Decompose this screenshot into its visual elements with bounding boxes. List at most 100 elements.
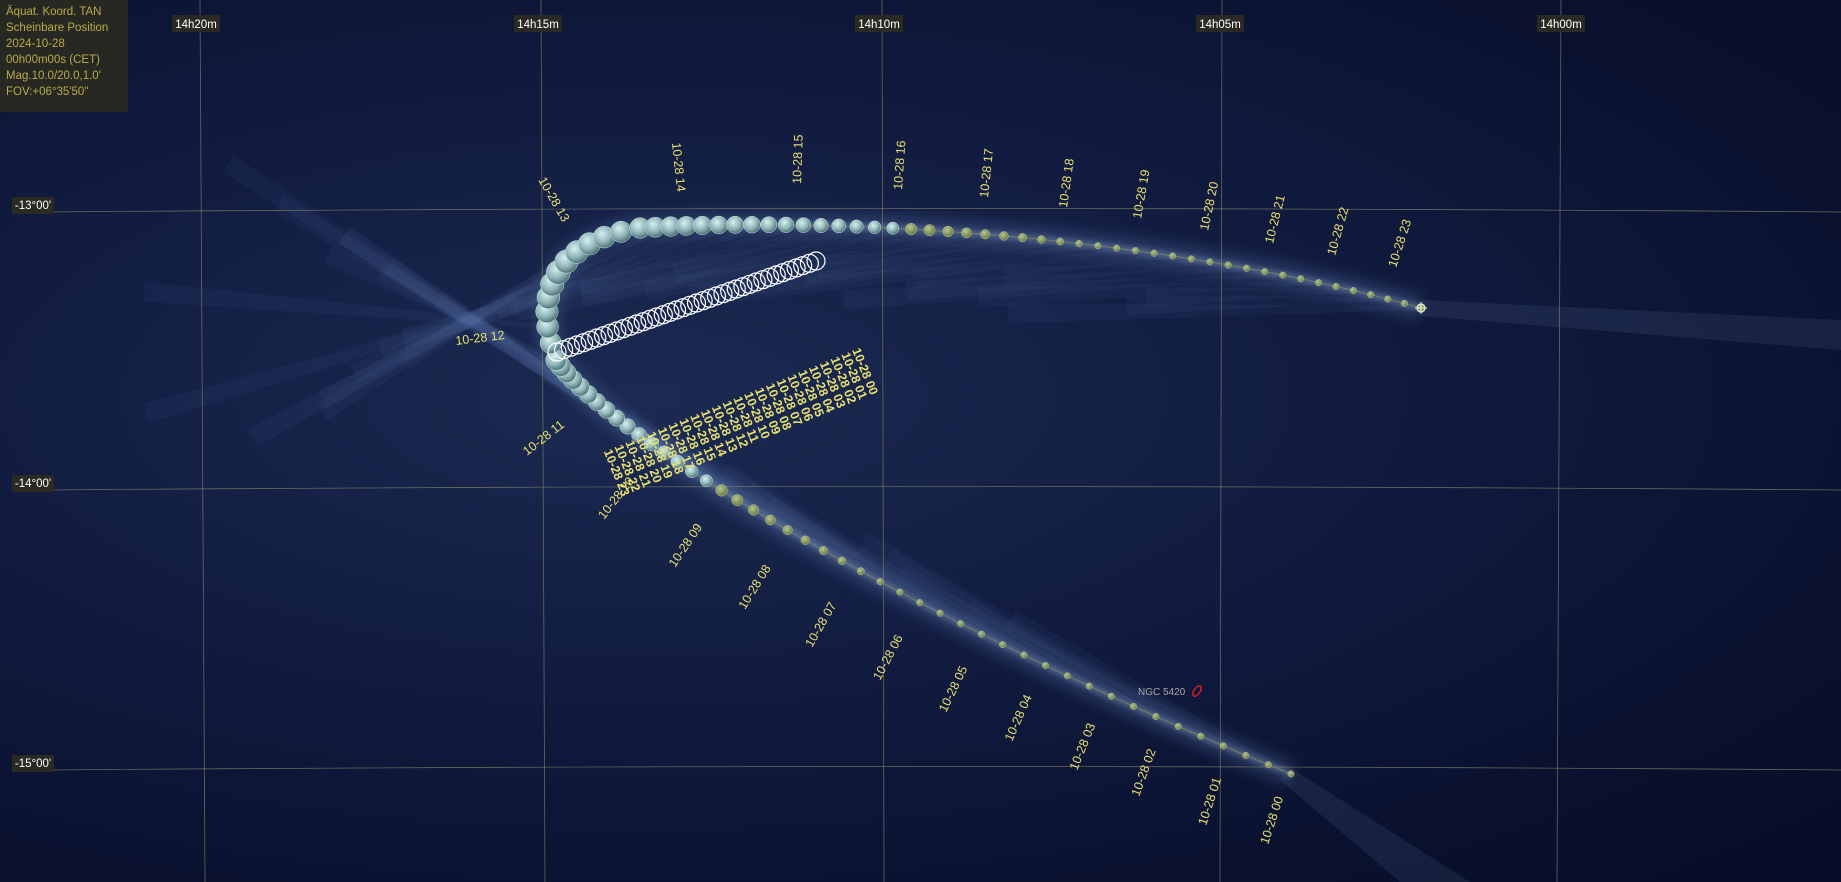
moon-position-marker[interactable] — [923, 224, 936, 237]
moon-position-marker[interactable] — [777, 216, 795, 233]
moon-position-marker[interactable] — [1242, 751, 1250, 759]
dec-label-minus15: -15°00' — [12, 755, 54, 772]
svg-text:14h20m: 14h20m — [175, 19, 217, 31]
moon-position-marker[interactable] — [1224, 261, 1232, 269]
moon-position-marker[interactable] — [999, 231, 1009, 241]
moon-position-marker[interactable] — [1107, 692, 1115, 700]
moon-position-marker[interactable] — [980, 229, 991, 240]
ngc-5420-object[interactable]: NGC 5420 — [1138, 684, 1203, 698]
moon-position-marker[interactable] — [942, 225, 954, 238]
moon-position-marker[interactable] — [709, 215, 728, 235]
moon-position-marker[interactable] — [961, 227, 972, 239]
track-label-21: 10-28 21 — [1262, 193, 1288, 244]
svg-text:14h05m: 14h05m — [1199, 19, 1241, 31]
moon-position-marker[interactable] — [1400, 299, 1408, 307]
moon-position-marker[interactable] — [1264, 761, 1272, 769]
moon-position-marker[interactable] — [1315, 279, 1322, 287]
moon-position-marker[interactable] — [837, 556, 847, 565]
moon-position-marker[interactable] — [856, 567, 865, 576]
moon-position-marker[interactable] — [916, 599, 924, 607]
track-label-00: 10-28 00 — [1258, 795, 1287, 846]
moon-position-marker[interactable] — [1349, 287, 1357, 294]
moon-position-marker[interactable] — [743, 216, 761, 234]
moon-position-marker[interactable] — [1297, 275, 1305, 283]
svg-text:-15°00': -15°00' — [15, 758, 51, 770]
moon-position-marker[interactable] — [760, 216, 778, 234]
track-label-08: 10-28 08 — [736, 562, 774, 611]
track-label-16: 10-28 16 — [891, 140, 908, 190]
moon-position-marker[interactable] — [1152, 713, 1160, 720]
chart-info-panel: Äquat. Koord. TAN Scheinbare Position 20… — [0, 0, 128, 112]
moon-position-marker[interactable] — [1384, 295, 1392, 303]
moon-position-marker[interactable] — [1085, 682, 1093, 690]
moon-position-marker[interactable] — [1243, 264, 1250, 272]
moon-position-marker[interactable] — [999, 641, 1007, 649]
ra-label-14h05m: 14h05m — [1196, 15, 1244, 32]
moon-position-marker[interactable] — [886, 221, 900, 235]
moon-position-marker[interactable] — [610, 220, 632, 243]
moon-position-marker[interactable] — [800, 535, 810, 545]
moon-position-marker[interactable] — [1279, 271, 1287, 279]
moon-position-marker[interactable] — [1130, 702, 1137, 710]
ra-label-14h15m: 14h15m — [514, 15, 562, 32]
moon-position-marker[interactable] — [849, 219, 864, 234]
moon-position-marker[interactable] — [1332, 283, 1340, 290]
sky-chart[interactable]: 10-28 00 10-28 01 10-28 02 10-28 03 10-2… — [0, 0, 1841, 882]
moon-position-marker[interactable] — [1187, 255, 1195, 263]
moon-position-marker[interactable] — [978, 630, 985, 638]
ra-label-14h00m: 14h00m — [1537, 15, 1585, 32]
moon-position-marker[interactable] — [692, 215, 712, 235]
moon-position-marker[interactable] — [1037, 235, 1046, 244]
moon-position-marker[interactable] — [1063, 672, 1071, 680]
track-label-18: 10-28 18 — [1056, 158, 1077, 209]
tail-ray-south — [1280, 768, 1470, 882]
moon-position-marker[interactable] — [782, 525, 793, 536]
moon-position-marker[interactable] — [831, 218, 846, 234]
track-label-20: 10-28 20 — [1197, 180, 1221, 231]
info-line-position-mode: Scheinbare Position — [6, 22, 109, 34]
moon-position-marker[interactable] — [731, 494, 744, 506]
moon-position-marker[interactable] — [1042, 661, 1049, 669]
moon-position-marker[interactable] — [795, 217, 812, 233]
moon-position-marker[interactable] — [1131, 247, 1139, 255]
moon-position-marker[interactable] — [896, 588, 904, 596]
moon-position-marker[interactable] — [1174, 722, 1182, 730]
moon-position-marker[interactable] — [748, 504, 760, 516]
moon-position-marker[interactable] — [1287, 770, 1295, 778]
track-label-23: 10-28 23 — [1386, 218, 1415, 269]
track-label-09: 10-28 09 — [666, 521, 705, 570]
moon-position-marker[interactable] — [813, 218, 829, 233]
moon-position-marker[interactable] — [1367, 291, 1375, 299]
track-label-04: 10-28 04 — [1002, 692, 1035, 743]
dec-gridline-minus15 — [49, 766, 1841, 771]
moon-position-marker[interactable] — [1219, 742, 1227, 750]
moon-position-marker[interactable] — [765, 514, 776, 526]
track-label-06: 10-28 06 — [870, 632, 906, 682]
svg-text:-13°00': -13°00' — [15, 200, 51, 212]
moon-position-marker[interactable] — [1094, 242, 1102, 250]
ra-axis-labels: 14h20m 14h15m 14h10m 14h05m 14h00m — [172, 15, 1585, 32]
moon-position-marker[interactable] — [1150, 249, 1158, 257]
moon-position-marker[interactable] — [1113, 244, 1121, 252]
info-line-fov: FOV:+06°35'50" — [6, 86, 89, 98]
moon-position-marker[interactable] — [1206, 258, 1214, 266]
dec-axis-labels: -13°00' -14°00' -15°00' — [12, 197, 54, 772]
moon-position-marker[interactable] — [957, 620, 965, 628]
coordinate-grid — [49, 0, 1841, 882]
moon-position-marker[interactable] — [867, 220, 882, 234]
moon-position-marker[interactable] — [1169, 252, 1177, 260]
info-line-date: 2024-10-28 — [6, 38, 65, 50]
moon-position-marker[interactable] — [1056, 237, 1065, 246]
moon-position-marker[interactable] — [818, 546, 828, 555]
moon-position-marker[interactable] — [905, 223, 918, 236]
moon-position-marker[interactable] — [1075, 240, 1083, 248]
moon-position-marker[interactable] — [1197, 732, 1205, 740]
moon-position-marker[interactable] — [700, 474, 713, 488]
moon-position-marker[interactable] — [1020, 651, 1028, 659]
moon-position-marker[interactable] — [1261, 268, 1269, 276]
moon-position-marker[interactable] — [876, 578, 884, 586]
moon-position-marker[interactable] — [936, 609, 944, 617]
moon-position-marker[interactable] — [1018, 233, 1028, 243]
moon-position-marker[interactable] — [715, 484, 728, 497]
moon-position-marker[interactable] — [726, 215, 744, 234]
